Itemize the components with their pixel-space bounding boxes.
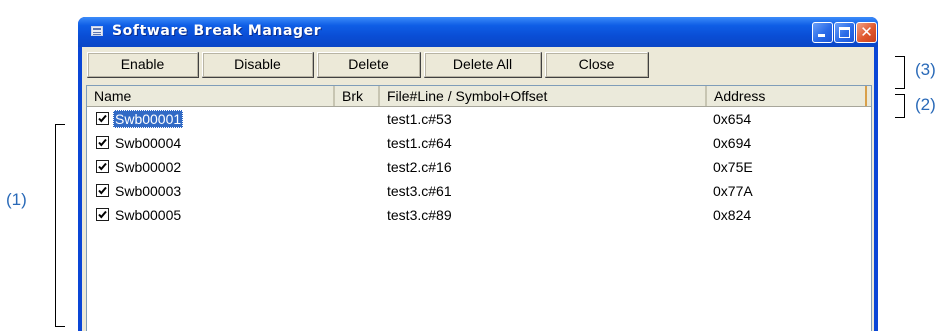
enable-checkbox[interactable] bbox=[96, 136, 109, 149]
enable-checkbox[interactable] bbox=[96, 184, 109, 197]
list-rows: Swb00001 test1.c#53 0x654 Swb00004 test1… bbox=[87, 107, 871, 227]
row-name: Swb00003 bbox=[115, 183, 182, 199]
callout-bracket-2 bbox=[895, 94, 905, 118]
row-address: 0x77A bbox=[713, 183, 753, 199]
minimize-icon bbox=[818, 34, 825, 37]
close-button[interactable]: Close bbox=[545, 52, 649, 78]
row-address: 0x654 bbox=[713, 111, 752, 127]
software-break-manager-window: Software Break Manager ✕ Enable Disable … bbox=[78, 17, 878, 331]
row-location: test1.c#64 bbox=[387, 135, 452, 151]
list-row[interactable]: Swb00003 test3.c#61 0x77A bbox=[87, 179, 871, 203]
enable-checkbox[interactable] bbox=[96, 160, 109, 173]
list-row[interactable]: Swb00001 test1.c#53 0x654 bbox=[87, 107, 871, 131]
row-address: 0x694 bbox=[713, 135, 752, 151]
minimize-button[interactable] bbox=[812, 22, 833, 43]
delete-button[interactable]: Delete bbox=[317, 52, 421, 78]
toolbar: Enable Disable Delete Delete All Close bbox=[82, 47, 874, 85]
enable-button[interactable]: Enable bbox=[87, 52, 199, 78]
list-row[interactable]: Swb00004 test1.c#64 0x694 bbox=[87, 131, 871, 155]
callout-label-2: (2) bbox=[915, 95, 936, 114]
enable-checkbox[interactable] bbox=[96, 112, 109, 125]
column-header-location[interactable]: File#Line / Symbol+Offset bbox=[380, 86, 707, 106]
row-location: test1.c#53 bbox=[387, 111, 452, 127]
checkmark-icon bbox=[98, 114, 107, 123]
list-header: Name Brk File#Line / Symbol+Offset Addre… bbox=[87, 86, 871, 107]
callout-label-3: (3) bbox=[915, 60, 936, 79]
enable-checkbox[interactable] bbox=[96, 208, 109, 221]
delete-all-button[interactable]: Delete All bbox=[424, 52, 542, 78]
title-bar[interactable]: Software Break Manager ✕ bbox=[78, 17, 878, 47]
row-location: test2.c#16 bbox=[387, 159, 452, 175]
row-address: 0x75E bbox=[713, 159, 753, 175]
row-location: test3.c#61 bbox=[387, 183, 452, 199]
callout-bracket-3 bbox=[895, 56, 905, 89]
window-menu-icon[interactable] bbox=[91, 26, 103, 36]
close-window-button[interactable]: ✕ bbox=[856, 22, 877, 43]
callout-bracket-1 bbox=[55, 124, 65, 327]
row-name: Swb00001 bbox=[113, 110, 184, 128]
column-header-brk[interactable]: Brk bbox=[335, 86, 380, 106]
close-icon: ✕ bbox=[860, 23, 873, 41]
checkmark-icon bbox=[98, 162, 107, 171]
column-header-address[interactable]: Address bbox=[707, 86, 867, 106]
maximize-icon bbox=[839, 27, 850, 38]
row-name: Swb00005 bbox=[115, 207, 182, 223]
checkmark-icon bbox=[98, 186, 107, 195]
row-address: 0x824 bbox=[713, 207, 752, 223]
list-row[interactable]: Swb00005 test3.c#89 0x824 bbox=[87, 203, 871, 227]
disable-button[interactable]: Disable bbox=[202, 52, 314, 78]
window-title: Software Break Manager bbox=[112, 23, 322, 39]
list-row[interactable]: Swb00002 test2.c#16 0x75E bbox=[87, 155, 871, 179]
callout-label-1: (1) bbox=[6, 190, 27, 209]
row-location: test3.c#89 bbox=[387, 207, 452, 223]
row-name: Swb00002 bbox=[115, 159, 182, 175]
page: (1) (3) (2) Software Break Manager ✕ Ena… bbox=[0, 0, 945, 331]
window-client-area: Enable Disable Delete Delete All Close N… bbox=[82, 47, 874, 331]
row-name: Swb00004 bbox=[115, 135, 182, 151]
break-list[interactable]: Name Brk File#Line / Symbol+Offset Addre… bbox=[86, 85, 872, 331]
checkmark-icon bbox=[98, 210, 107, 219]
column-header-name[interactable]: Name bbox=[87, 86, 335, 106]
checkmark-icon bbox=[98, 138, 107, 147]
maximize-button[interactable] bbox=[834, 22, 855, 43]
